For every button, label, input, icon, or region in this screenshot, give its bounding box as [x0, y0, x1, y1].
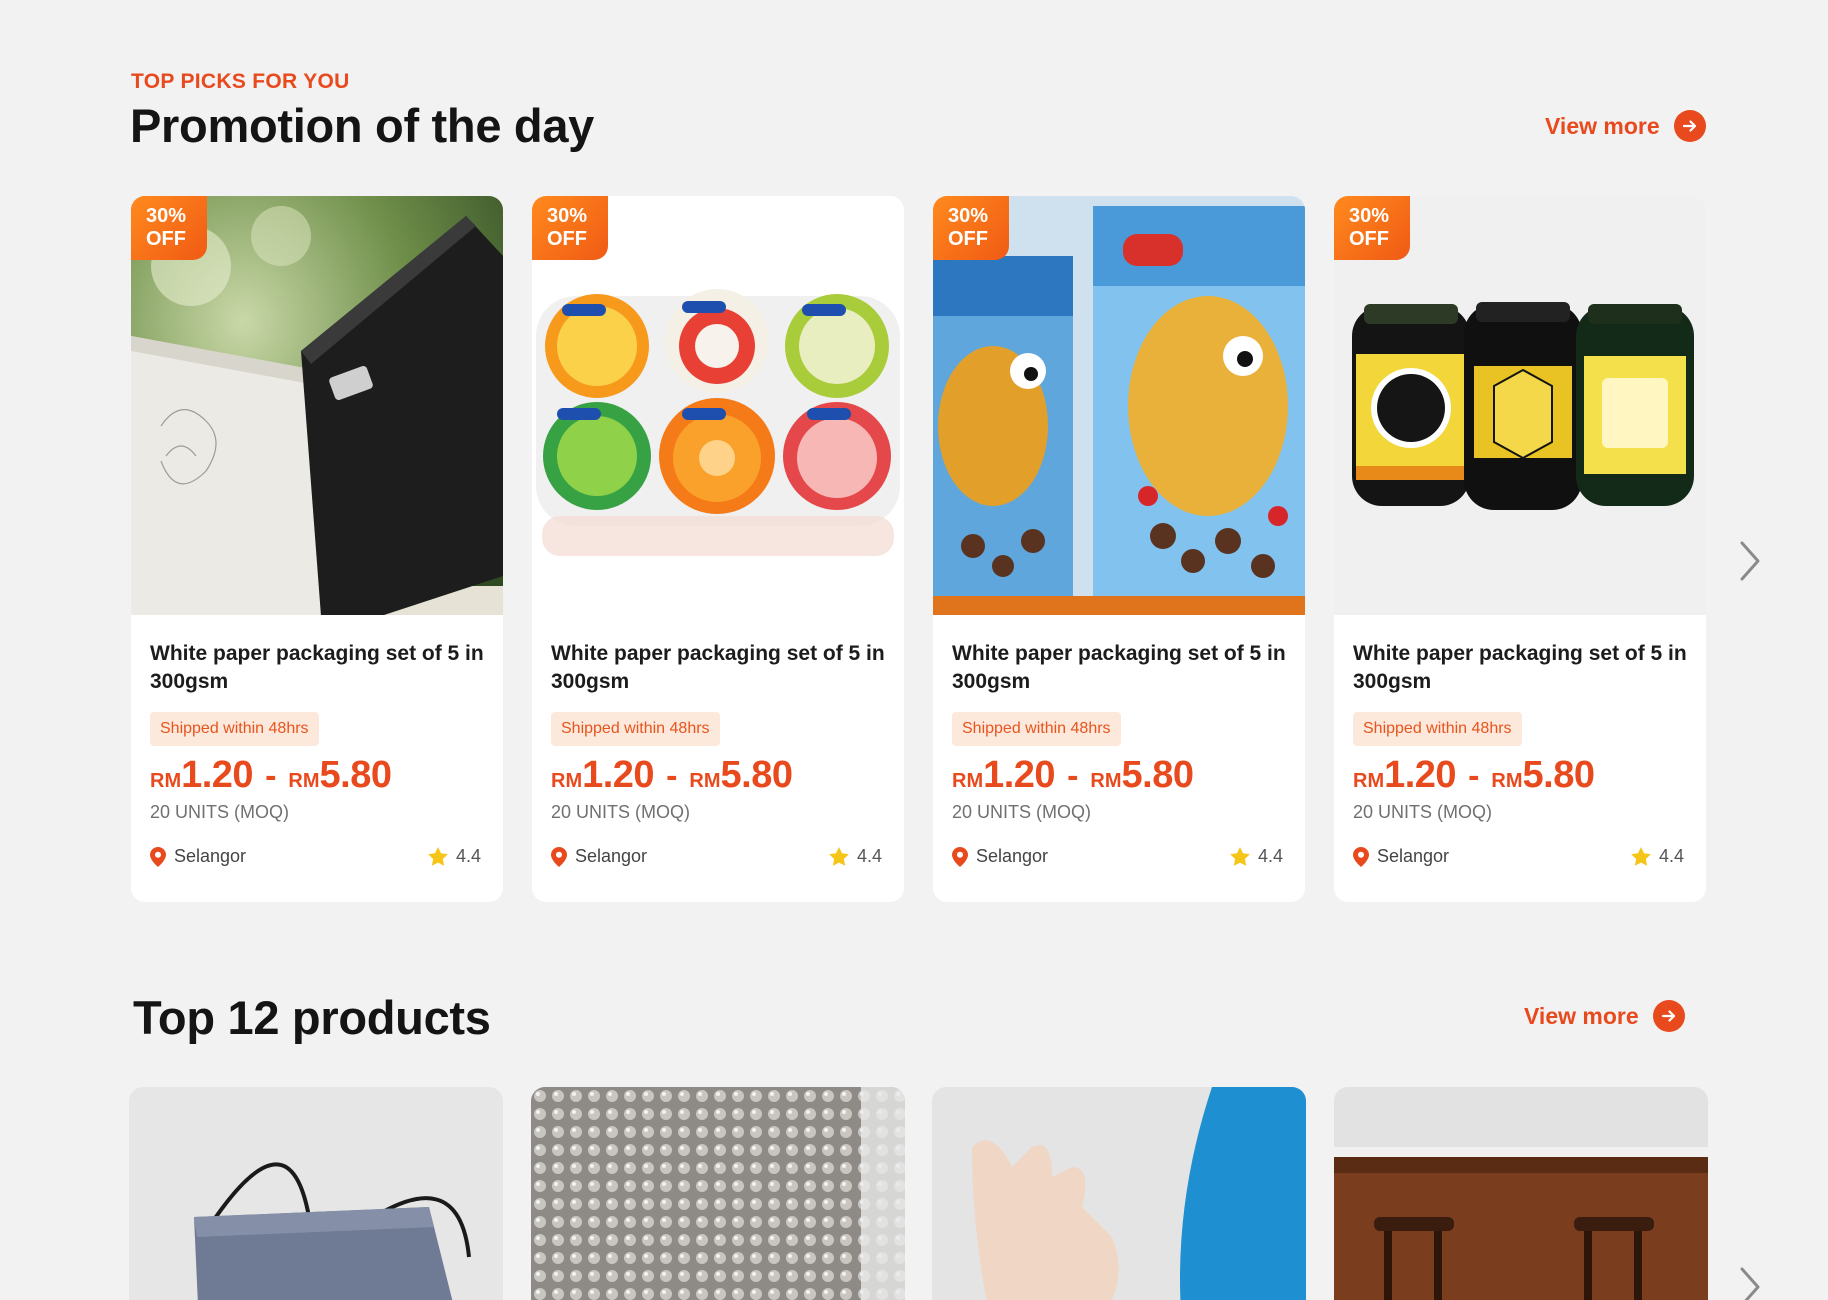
price-separator: - — [265, 757, 277, 795]
price-currency: RM — [1090, 770, 1122, 792]
price-max: 5.80 — [720, 754, 793, 796]
price-currency: RM — [689, 770, 721, 792]
product-card-gloves[interactable] — [932, 1087, 1306, 1300]
price-range: RM 1.20- RM 5.80 — [150, 754, 392, 797]
carousel-next-button[interactable] — [1732, 536, 1768, 586]
product-image-gloves — [932, 1087, 1306, 1300]
location: Selangor — [551, 846, 647, 867]
location-label: Selangor — [174, 846, 247, 866]
shipping-tag: Shipped within 48hrs — [150, 712, 319, 746]
moq-label: 20 UNITS (MOQ) — [551, 802, 691, 822]
discount-badge: 30% OFF — [933, 196, 1009, 260]
view-more-promotion-link[interactable]: View more — [1545, 110, 1706, 142]
product-card[interactable]: 30% OFF White paper packaging set of 5 i… — [131, 196, 503, 902]
discount-badge-percent: 30% — [948, 205, 989, 227]
view-more-label: View more — [1545, 112, 1660, 139]
section-title-top-products: Top 12 products — [133, 991, 491, 1044]
product-image-furniture — [1334, 1087, 1708, 1300]
rating-value: 4.4 — [455, 846, 481, 866]
discount-badge-percent: 30% — [547, 205, 588, 227]
price-max: 5.80 — [319, 754, 392, 796]
product-card[interactable]: 30% OFF White paper packaging set of 5 i… — [1334, 196, 1706, 902]
location-pin-icon — [1353, 846, 1369, 867]
section-eyebrow: TOP PICKS FOR YOU — [131, 70, 350, 93]
rating: 4.4 — [829, 846, 882, 867]
product-card-furniture[interactable] — [1334, 1087, 1708, 1300]
product-title[interactable]: White paper packaging set of 5 in 300gsm — [551, 640, 891, 696]
rating-value: 4.4 — [1658, 846, 1684, 866]
star-icon — [1230, 847, 1250, 866]
arrow-right-circle-icon — [1652, 1000, 1685, 1032]
view-more-label: View more — [1524, 1002, 1639, 1029]
location-pin-icon — [551, 846, 567, 867]
view-more-top-products-link[interactable]: View more — [1524, 1000, 1685, 1032]
location: Selangor — [150, 846, 246, 867]
product-card[interactable]: 30% OFF White paper packaging set of 5 i… — [933, 196, 1305, 902]
product-title[interactable]: White paper packaging set of 5 in 300gsm — [1353, 640, 1693, 696]
star-icon — [428, 847, 448, 866]
price-max: 5.80 — [1121, 754, 1194, 796]
product-title[interactable]: White paper packaging set of 5 in 300gsm — [952, 640, 1292, 696]
price-min: 1.20 — [983, 754, 1056, 796]
discount-badge-off: OFF — [1349, 228, 1389, 250]
shipping-tag: Shipped within 48hrs — [952, 712, 1121, 746]
rating-value: 4.4 — [1257, 846, 1283, 866]
star-icon — [1631, 847, 1651, 866]
discount-badge-off: OFF — [146, 228, 186, 250]
product-card-bubble-wrap[interactable] — [531, 1087, 905, 1300]
rating: 4.4 — [1230, 846, 1283, 867]
price-range: RM 1.20- RM 5.80 — [551, 754, 793, 797]
rating: 4.4 — [1631, 846, 1684, 867]
moq-label: 20 UNITS (MOQ) — [150, 802, 290, 822]
price-currency: RM — [1353, 770, 1385, 792]
product-card-face-mask[interactable] — [129, 1087, 503, 1300]
location-label: Selangor — [1377, 846, 1450, 866]
product-image-face-mask — [129, 1087, 503, 1300]
price-max: 5.80 — [1522, 754, 1595, 796]
discount-badge-percent: 30% — [1349, 205, 1390, 227]
location-pin-icon — [952, 846, 968, 867]
product-card[interactable]: 30% OFF White paper packaging set of 5 i… — [532, 196, 904, 902]
moq-label: 20 UNITS (MOQ) — [952, 802, 1092, 822]
chevron-right-icon — [1740, 1267, 1760, 1300]
location-label: Selangor — [575, 846, 648, 866]
discount-badge-off: OFF — [547, 228, 587, 250]
discount-badge: 30% OFF — [131, 196, 207, 260]
location: Selangor — [1353, 846, 1449, 867]
discount-badge: 30% OFF — [1334, 196, 1410, 260]
section-title-promotion: Promotion of the day — [130, 99, 595, 152]
rating: 4.4 — [428, 846, 481, 867]
price-currency: RM — [1491, 770, 1523, 792]
arrow-right-circle-icon — [1673, 110, 1706, 142]
star-icon — [829, 847, 849, 866]
shipping-tag: Shipped within 48hrs — [551, 712, 720, 746]
product-image-bubble-wrap — [531, 1087, 905, 1300]
location-label: Selangor — [976, 846, 1049, 866]
chevron-right-icon — [1740, 541, 1760, 581]
discount-badge-off: OFF — [948, 228, 988, 250]
price-separator: - — [1468, 757, 1480, 795]
price-separator: - — [1067, 757, 1079, 795]
location-pin-icon — [150, 846, 166, 867]
moq-label: 20 UNITS (MOQ) — [1353, 802, 1493, 822]
price-min: 1.20 — [181, 754, 254, 796]
carousel-next-button-top-products[interactable] — [1732, 1262, 1768, 1300]
price-min: 1.20 — [1384, 754, 1457, 796]
price-currency: RM — [952, 770, 984, 792]
price-range: RM 1.20- RM 5.80 — [952, 754, 1194, 797]
price-currency: RM — [150, 770, 182, 792]
price-range: RM 1.20- RM 5.80 — [1353, 754, 1595, 797]
discount-badge: 30% OFF — [532, 196, 608, 260]
location: Selangor — [952, 846, 1048, 867]
price-separator: - — [666, 757, 678, 795]
price-min: 1.20 — [582, 754, 655, 796]
price-currency: RM — [288, 770, 320, 792]
discount-badge-percent: 30% — [146, 205, 187, 227]
rating-value: 4.4 — [856, 846, 882, 866]
price-currency: RM — [551, 770, 583, 792]
product-title[interactable]: White paper packaging set of 5 in 300gsm — [150, 640, 490, 696]
shipping-tag: Shipped within 48hrs — [1353, 712, 1522, 746]
